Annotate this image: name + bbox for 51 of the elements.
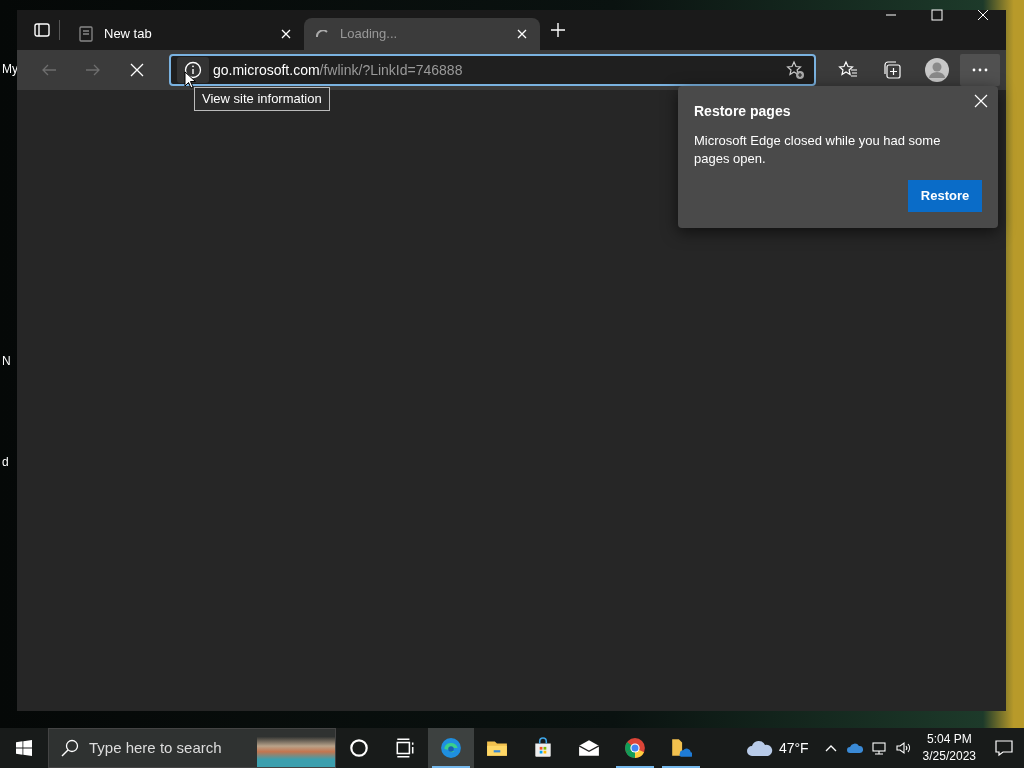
dialog-title: Restore pages	[694, 102, 792, 121]
avatar-silhouette-icon	[925, 58, 949, 82]
close-icon	[974, 94, 988, 108]
more-icon	[972, 68, 988, 72]
dialog-close-button[interactable]	[973, 93, 989, 109]
dialog-message: Microsoft Edge closed while you had some pages open.	[694, 132, 942, 168]
cortana-circle-icon	[348, 737, 370, 759]
weather-temperature[interactable]: 47°F	[778, 737, 809, 759]
maximize-icon	[931, 9, 943, 21]
forward-arrow-icon	[85, 62, 101, 78]
info-icon	[184, 61, 202, 79]
close-icon	[129, 62, 145, 78]
browser-app-icon	[624, 737, 646, 759]
site-information-button[interactable]	[177, 57, 209, 83]
task-view-icon	[394, 737, 416, 759]
desktop-icon-label[interactable]: My	[2, 60, 18, 78]
page-icon	[78, 26, 94, 42]
browser-app-icon	[440, 737, 462, 759]
star-plus-icon	[785, 60, 805, 80]
search-field[interactable]: Type here to search	[89, 736, 239, 760]
close-icon	[281, 29, 291, 39]
speaker-icon[interactable]	[894, 740, 911, 756]
browser-tab[interactable]: Loading...	[304, 18, 540, 50]
search-box[interactable]: Type here to search	[48, 728, 336, 768]
clock-time[interactable]: 5:04 PM	[926, 731, 972, 748]
desktop-icon-label[interactable]: d	[2, 453, 9, 471]
cloud-icon[interactable]	[746, 739, 773, 757]
url-text: go.microsoft.com/fwlink/?LinkId=746888	[213, 60, 464, 80]
folder-cloud-icon	[670, 737, 692, 759]
desktop-icon-label[interactable]: N	[2, 352, 11, 370]
loading-spinner-icon	[316, 30, 328, 38]
clock-date[interactable]: 3/25/2023	[922, 748, 976, 765]
mouse-cursor-icon	[184, 71, 196, 89]
tab-title: Loading...	[340, 25, 399, 44]
speech-bubble-icon	[995, 739, 1013, 757]
address-bar[interactable]: go.microsoft.com/fwlink/?LinkId=746888	[169, 54, 816, 86]
windows-logo-icon	[16, 740, 32, 756]
tab-title: New tab	[104, 25, 153, 44]
restore-button[interactable]: Restore	[908, 180, 982, 212]
add-favorite-button[interactable]	[784, 59, 806, 81]
back-arrow-icon	[41, 62, 57, 78]
star-list-icon	[838, 60, 858, 80]
tab-actions-icon[interactable]	[34, 22, 50, 38]
tooltip: View site information	[194, 87, 330, 111]
store-bag-icon	[532, 737, 554, 759]
close-icon	[977, 9, 989, 21]
collections-icon	[882, 60, 902, 80]
plus-icon	[550, 22, 566, 38]
network-icon[interactable]	[870, 740, 887, 756]
search-icon	[61, 739, 79, 757]
close-icon	[517, 29, 527, 39]
